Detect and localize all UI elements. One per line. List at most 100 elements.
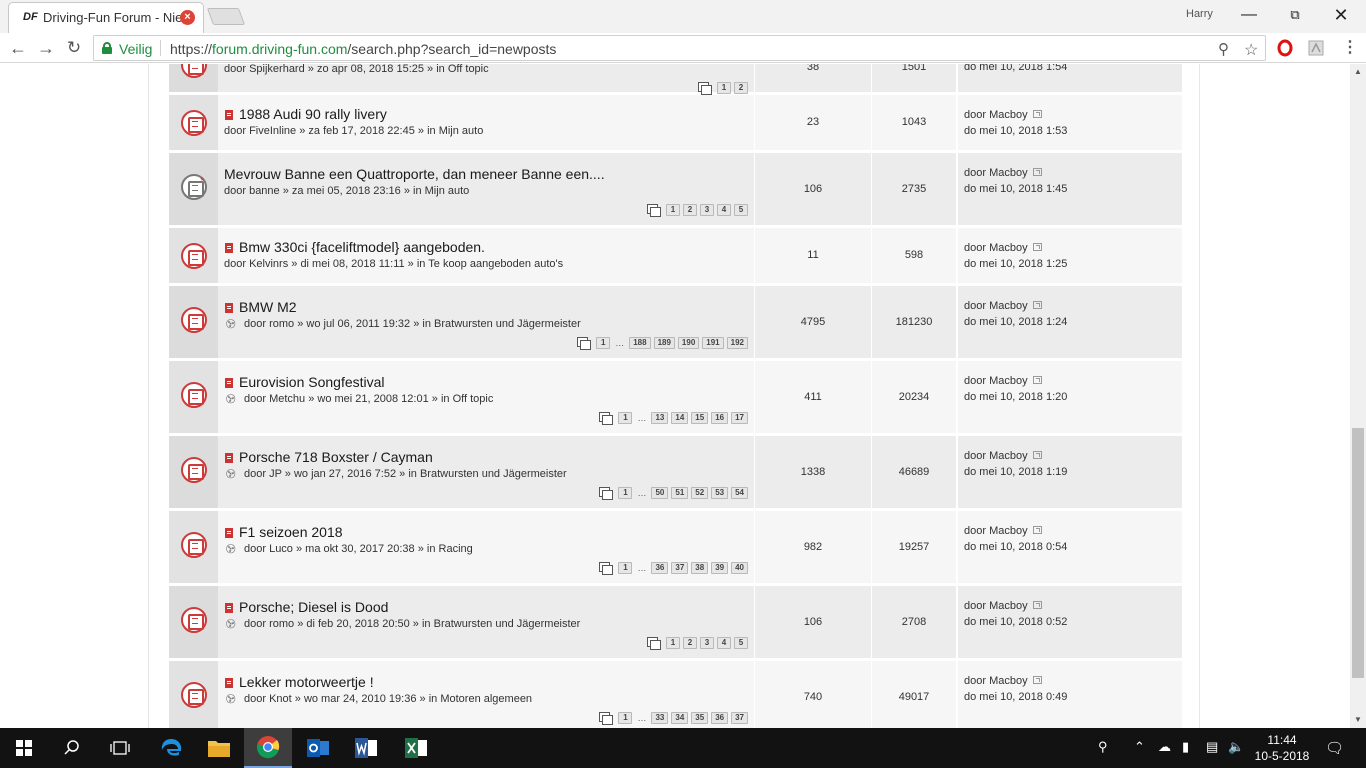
last-post-author-link[interactable]: door Macboy: [964, 300, 1028, 312]
page-link[interactable]: 1: [717, 82, 731, 94]
outlook-icon[interactable]: [294, 728, 342, 768]
onedrive-sync-icon[interactable]: ☁: [1158, 739, 1171, 755]
page-link[interactable]: 53: [711, 487, 729, 499]
forward-arrow-icon[interactable]: →: [34, 36, 58, 60]
goto-last-post-icon[interactable]: [1032, 301, 1042, 310]
page-link[interactable]: 1: [596, 337, 611, 349]
page-link[interactable]: 40: [731, 562, 748, 574]
new-post-icon[interactable]: [225, 378, 233, 388]
reload-icon[interactable]: ↻: [62, 36, 86, 60]
topic-forum-link[interactable]: Bratwursten und Jägermeister: [420, 468, 567, 480]
bookmark-star-icon[interactable]: ☆: [1244, 40, 1258, 60]
close-tab-icon[interactable]: ×: [180, 10, 195, 25]
close-window-icon[interactable]: ✕: [1318, 3, 1364, 29]
chrome-icon[interactable]: [244, 728, 292, 768]
last-post-author-link[interactable]: door Macboy: [964, 167, 1028, 179]
restore-window-icon[interactable]: ⧉: [1272, 3, 1318, 29]
page-link[interactable]: 1: [666, 637, 680, 649]
page-link[interactable]: 1: [618, 712, 633, 724]
goto-last-post-icon[interactable]: [1032, 110, 1042, 119]
scrollbar-thumb[interactable]: [1352, 428, 1364, 678]
page-link[interactable]: 3: [700, 204, 714, 216]
address-bar[interactable]: Veilig https://forum.driving-fun.com/sea…: [93, 35, 1266, 61]
page-link[interactable]: 36: [711, 712, 729, 724]
pdf-extension-icon[interactable]: [1307, 39, 1325, 57]
page-link[interactable]: 14: [671, 412, 689, 424]
search-icon[interactable]: [48, 728, 96, 768]
page-link[interactable]: 39: [711, 562, 729, 574]
page-link[interactable]: 4: [717, 637, 731, 649]
zoom-search-icon[interactable]: ⚲: [1218, 40, 1229, 58]
last-post-author-link[interactable]: door Macboy: [964, 600, 1028, 612]
last-post-author-link[interactable]: door Macboy: [964, 375, 1028, 387]
task-view-icon[interactable]: [96, 728, 144, 768]
page-scrollbar[interactable]: ▲ ▼: [1350, 64, 1366, 728]
url-text[interactable]: https://forum.driving-fun.com/search.php…: [170, 41, 556, 57]
windows-start-icon[interactable]: [0, 728, 48, 768]
page-link[interactable]: 52: [691, 487, 709, 499]
page-link[interactable]: 37: [731, 712, 748, 724]
goto-last-post-icon[interactable]: [1032, 376, 1042, 385]
page-link[interactable]: 189: [653, 337, 675, 349]
topic-author-link[interactable]: door JP: [244, 468, 282, 480]
topic-forum-link[interactable]: Off topic: [448, 64, 489, 75]
page-link[interactable]: 34: [671, 712, 689, 724]
page-link[interactable]: 37: [671, 562, 689, 574]
topic-title-link[interactable]: Lekker motorweertje !: [239, 674, 374, 690]
page-link[interactable]: 190: [677, 337, 700, 349]
goto-last-post-icon[interactable]: [1032, 451, 1042, 460]
page-link[interactable]: 36: [651, 562, 669, 574]
topic-forum-link[interactable]: Racing: [439, 543, 473, 555]
last-post-author-link[interactable]: door Macboy: [964, 675, 1028, 687]
topic-forum-link[interactable]: Mijn auto: [425, 185, 470, 197]
topic-author-link[interactable]: door Metchu: [244, 393, 305, 405]
browser-tab-active[interactable]: DF Driving-Fun Forum - Nieu ×: [8, 2, 204, 33]
page-link[interactable]: 2: [734, 82, 748, 94]
page-link[interactable]: 4: [717, 204, 731, 216]
topic-title-link[interactable]: BMW M2: [239, 299, 297, 315]
new-post-icon[interactable]: [225, 528, 233, 538]
last-post-author-link[interactable]: door Macboy: [964, 525, 1028, 537]
page-link[interactable]: 38: [691, 562, 709, 574]
last-post-author-link[interactable]: door Macboy: [964, 450, 1028, 462]
page-link[interactable]: 1: [618, 412, 633, 424]
topic-title-link[interactable]: F1 seizoen 2018: [239, 524, 343, 540]
page-link[interactable]: 1: [618, 487, 633, 499]
new-post-icon[interactable]: [225, 243, 233, 253]
topic-author-link[interactable]: door Spijkerhard: [224, 64, 305, 75]
topic-forum-link[interactable]: Bratwursten und Jägermeister: [434, 618, 581, 630]
battery-icon[interactable]: ▮: [1182, 739, 1189, 755]
page-link[interactable]: 16: [711, 412, 729, 424]
topic-title-link[interactable]: Eurovision Songfestival: [239, 374, 385, 390]
page-link[interactable]: 35: [691, 712, 709, 724]
topic-forum-link[interactable]: Motoren algemeen: [440, 693, 532, 705]
system-clock[interactable]: 11:44 10-5-2018: [1252, 732, 1312, 764]
topic-title-link[interactable]: Porsche 718 Boxster / Cayman: [239, 449, 433, 465]
goto-last-post-icon[interactable]: [1032, 601, 1042, 610]
topic-author-link[interactable]: door FiveInline: [224, 125, 296, 137]
page-link[interactable]: 1: [666, 204, 680, 216]
page-link[interactable]: 13: [651, 412, 669, 424]
page-link[interactable]: 33: [651, 712, 669, 724]
page-link[interactable]: 1: [618, 562, 633, 574]
page-link[interactable]: 188: [629, 337, 651, 349]
page-link[interactable]: 5: [734, 637, 748, 649]
show-hidden-icons-chevron-icon[interactable]: ⌃: [1134, 739, 1145, 755]
volume-icon[interactable]: 🔈: [1228, 739, 1244, 755]
topic-author-link[interactable]: door romo: [244, 318, 294, 330]
page-link[interactable]: 3: [700, 637, 714, 649]
people-icon[interactable]: ⚲: [1098, 739, 1108, 755]
page-link[interactable]: 5: [734, 204, 748, 216]
minimize-window-icon[interactable]: —: [1226, 3, 1272, 29]
topic-forum-link[interactable]: Off topic: [453, 393, 494, 405]
goto-last-post-icon[interactable]: [1032, 526, 1042, 535]
last-post-author-link[interactable]: door Macboy: [964, 109, 1028, 121]
topic-title-link[interactable]: Mevrouw Banne een Quattroporte, dan mene…: [224, 166, 605, 182]
page-link[interactable]: 2: [683, 637, 697, 649]
new-post-icon[interactable]: [225, 603, 233, 613]
scroll-up-arrow-icon[interactable]: ▲: [1350, 64, 1366, 80]
topic-author-link[interactable]: door Kelvinrs: [224, 258, 288, 270]
topic-forum-link[interactable]: Bratwursten und Jägermeister: [434, 318, 581, 330]
edge-icon[interactable]: [147, 728, 195, 768]
browser-menu-icon[interactable]: ⋮: [1338, 36, 1362, 60]
